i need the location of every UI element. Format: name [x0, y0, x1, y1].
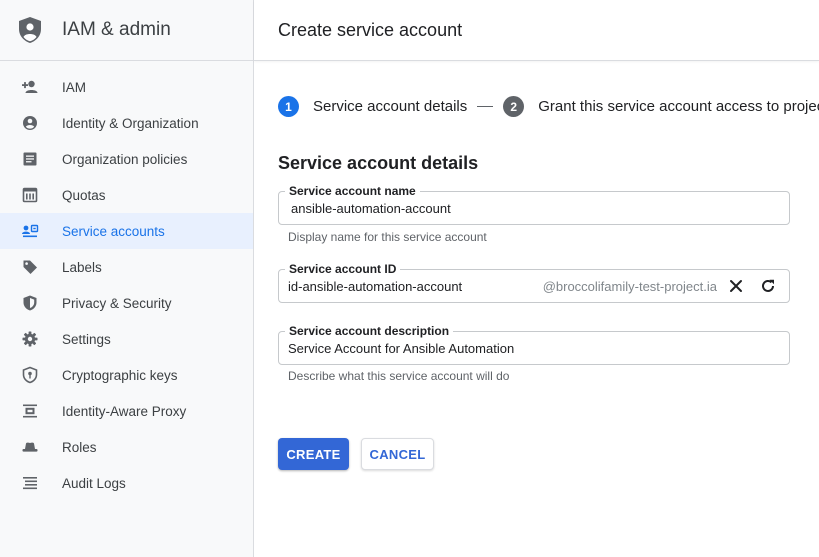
cancel-button[interactable]: CANCEL — [361, 438, 434, 470]
sidebar-header: IAM & admin — [0, 0, 253, 61]
stepper: 1 Service account details 2 Grant this s… — [278, 96, 819, 117]
section-title: Service account details — [278, 153, 479, 173]
sidebar-item-label: Roles — [62, 439, 97, 455]
service-account-description-input[interactable]: Service Account for Ansible Automation — [288, 341, 514, 356]
person-add-icon — [21, 78, 39, 96]
sidebar-item-iam[interactable]: IAM — [0, 69, 253, 105]
sidebar-item-audit-logs[interactable]: Audit Logs — [0, 465, 253, 501]
sidebar-item-label: Labels — [62, 259, 102, 275]
sidebar-item-label: Quotas — [62, 187, 106, 203]
product-name: IAM & admin — [62, 19, 171, 40]
key-shield-icon — [21, 366, 39, 384]
list-icon — [21, 474, 39, 492]
description-hint: Describe what this service account will … — [288, 369, 510, 383]
hat-icon — [21, 438, 39, 456]
step-1-number: 1 — [278, 96, 299, 117]
sidebar-item-organization-policies[interactable]: Organization policies — [0, 141, 253, 177]
sidebar-item-label: Settings — [62, 331, 111, 347]
page-header: Create service account — [254, 0, 819, 61]
field-label: Service account description — [285, 324, 454, 338]
sidebar-item-privacy-security[interactable]: Privacy & Security — [0, 285, 253, 321]
sidebar-item-quotas[interactable]: Quotas — [0, 177, 253, 213]
sidebar-item-roles[interactable]: Roles — [0, 429, 253, 465]
step-separator — [477, 106, 494, 107]
step-1-label[interactable]: Service account details — [313, 98, 467, 115]
sidebar-item-label: Identity & Organization — [62, 115, 199, 131]
label-icon — [21, 258, 39, 276]
sidebar-item-label: Audit Logs — [62, 475, 126, 491]
close-icon[interactable] — [726, 276, 746, 296]
sidebar: IAM & admin IAM Identity & Organization … — [0, 0, 254, 557]
service-account-name-input[interactable]: ansible-automation-account — [291, 201, 451, 216]
sidebar-item-label: Identity-Aware Proxy — [62, 403, 187, 419]
field-label: Service account ID — [285, 262, 401, 276]
sidebar-item-settings[interactable]: Settings — [0, 321, 253, 357]
create-button[interactable]: CREATE — [278, 438, 349, 470]
shield-person-icon — [17, 15, 43, 45]
sidebar-item-label: Cryptographic keys — [62, 367, 178, 383]
field-label: Service account name — [285, 184, 420, 198]
sidebar-item-label: Organization policies — [62, 151, 188, 167]
account-circle-icon — [21, 114, 39, 132]
sidebar-item-label: Service accounts — [62, 223, 165, 239]
sidebar-item-cryptographic-keys[interactable]: Cryptographic keys — [0, 357, 253, 393]
name-hint: Display name for this service account — [288, 230, 487, 244]
sidebar-item-identity-organization[interactable]: Identity & Organization — [0, 105, 253, 141]
service-account-id-field[interactable]: Service account ID id-ansible-automation… — [278, 262, 790, 303]
sidebar-item-identity-aware-proxy[interactable]: Identity-Aware Proxy — [0, 393, 253, 429]
calendar-icon — [21, 186, 39, 204]
gear-icon — [21, 330, 39, 348]
service-account-name-field[interactable]: Service account name ansible-automation-… — [278, 184, 790, 225]
step-2-number: 2 — [503, 96, 525, 117]
shield-icon — [21, 294, 39, 312]
article-icon — [21, 150, 39, 168]
sidebar-nav: IAM Identity & Organization Organization… — [0, 69, 253, 501]
main-content: Create service account 1 Service account… — [254, 0, 819, 557]
step-2-label[interactable]: Grant this service account access to pro… — [538, 98, 819, 115]
sidebar-item-service-accounts[interactable]: Service accounts — [0, 213, 253, 249]
sidebar-item-labels[interactable]: Labels — [0, 249, 253, 285]
refresh-icon[interactable] — [758, 276, 778, 296]
id-domain-suffix: @broccolifamily-test-project.ia — [542, 279, 717, 294]
sidebar-item-label: IAM — [62, 79, 87, 95]
sidebar-item-label: Privacy & Security — [62, 295, 172, 311]
proxy-icon — [21, 402, 39, 420]
service-account-icon — [21, 222, 39, 240]
page-title: Create service account — [278, 19, 463, 40]
service-account-description-field[interactable]: Service account description Service Acco… — [278, 324, 790, 365]
service-account-id-input[interactable]: id-ansible-automation-account — [288, 279, 462, 294]
